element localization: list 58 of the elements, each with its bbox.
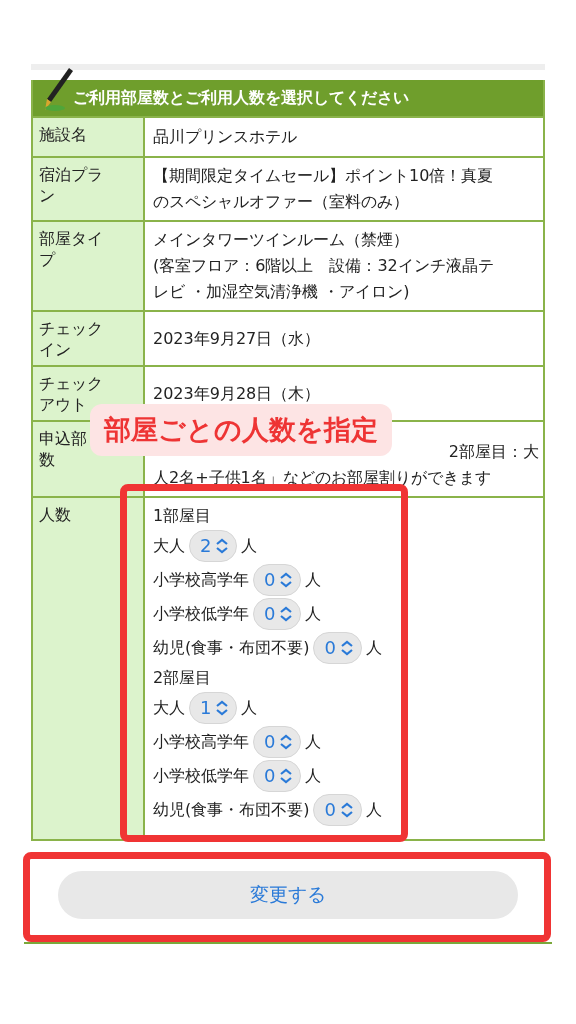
row-label: チェック: [39, 373, 103, 394]
chevron-up-down-icon: [279, 734, 294, 750]
row-label: アウト: [39, 394, 87, 415]
count-label: 幼児(食事・布団不要): [153, 799, 310, 821]
count-label: 小学校高学年: [153, 731, 249, 753]
chevron-up-down-icon: [279, 572, 294, 588]
row-value: 【期間限定タイムセール】ポイント10倍！真夏: [153, 165, 494, 187]
row-value: 2023年9月27日（水）: [153, 327, 321, 350]
header-title: ご利用部屋数とご利用人数を選択してください: [73, 87, 409, 109]
count-select[interactable]: 0: [253, 726, 302, 758]
room-title: 2部屋目: [153, 667, 213, 689]
chevron-up-down-icon: [339, 802, 354, 818]
chevron-up-down-icon: [215, 538, 230, 554]
count-label: 大人: [153, 535, 185, 557]
count-unit: 人: [365, 637, 382, 659]
chevron-up-down-icon: [279, 768, 294, 784]
count-unit: 人: [305, 569, 322, 591]
row-label: 申込部: [39, 428, 87, 449]
row-value: 2023年9月28日（木）: [153, 382, 321, 405]
count-unit: 人: [365, 799, 382, 821]
count-select[interactable]: 1: [189, 692, 238, 724]
row-label: 人数: [39, 504, 71, 525]
count-unit: 人: [305, 731, 322, 753]
row-value: (客室フロア：6階以上 設備：32インチ液晶テ: [153, 255, 494, 277]
count-label: 小学校高学年: [153, 569, 249, 591]
count-unit: 人: [305, 765, 322, 787]
count-unit: 人: [241, 535, 258, 557]
chevron-up-down-icon: [215, 700, 230, 716]
count-label: 大人: [153, 697, 185, 719]
count-unit: 人: [241, 697, 258, 719]
row-value: のスペシャルオファー（室料のみ）: [153, 191, 409, 213]
chevron-up-down-icon: [279, 606, 294, 622]
count-select[interactable]: 0: [253, 760, 302, 792]
chevron-up-down-icon: [339, 640, 354, 656]
row-value: メインタワーツインルーム（禁煙）: [153, 229, 409, 251]
annotation-label: 部屋ごとの人数を指定: [90, 404, 392, 456]
count-label: 幼児(食事・布団不要): [153, 637, 310, 659]
row-label: 施設名: [39, 124, 87, 145]
count-label: 小学校低学年: [153, 603, 249, 625]
count-select[interactable]: 2: [189, 530, 238, 562]
room-title: 1部屋目: [153, 505, 213, 527]
count-select[interactable]: 0: [313, 632, 362, 664]
count-label: 小学校低学年: [153, 765, 249, 787]
count-select[interactable]: 0: [253, 598, 302, 630]
count-select[interactable]: 0: [313, 794, 362, 826]
row-label: 宿泊プラ: [39, 164, 103, 185]
row-value: 品川プリンスホテル: [153, 126, 297, 148]
row-value: 2部屋目：大: [448, 441, 539, 463]
count-unit: 人: [305, 603, 322, 625]
row-label: イン: [39, 339, 71, 360]
row-value: レビ ・加湿空気清浄機 ・アイロン): [153, 281, 410, 303]
change-button[interactable]: 変更する: [58, 871, 518, 919]
row-label: ン: [39, 185, 55, 206]
row-label: 数: [39, 449, 55, 470]
row-label: 部屋タイ: [39, 228, 103, 249]
count-select[interactable]: 0: [253, 564, 302, 596]
row-label: チェック: [39, 318, 103, 339]
row-label: プ: [39, 249, 55, 270]
